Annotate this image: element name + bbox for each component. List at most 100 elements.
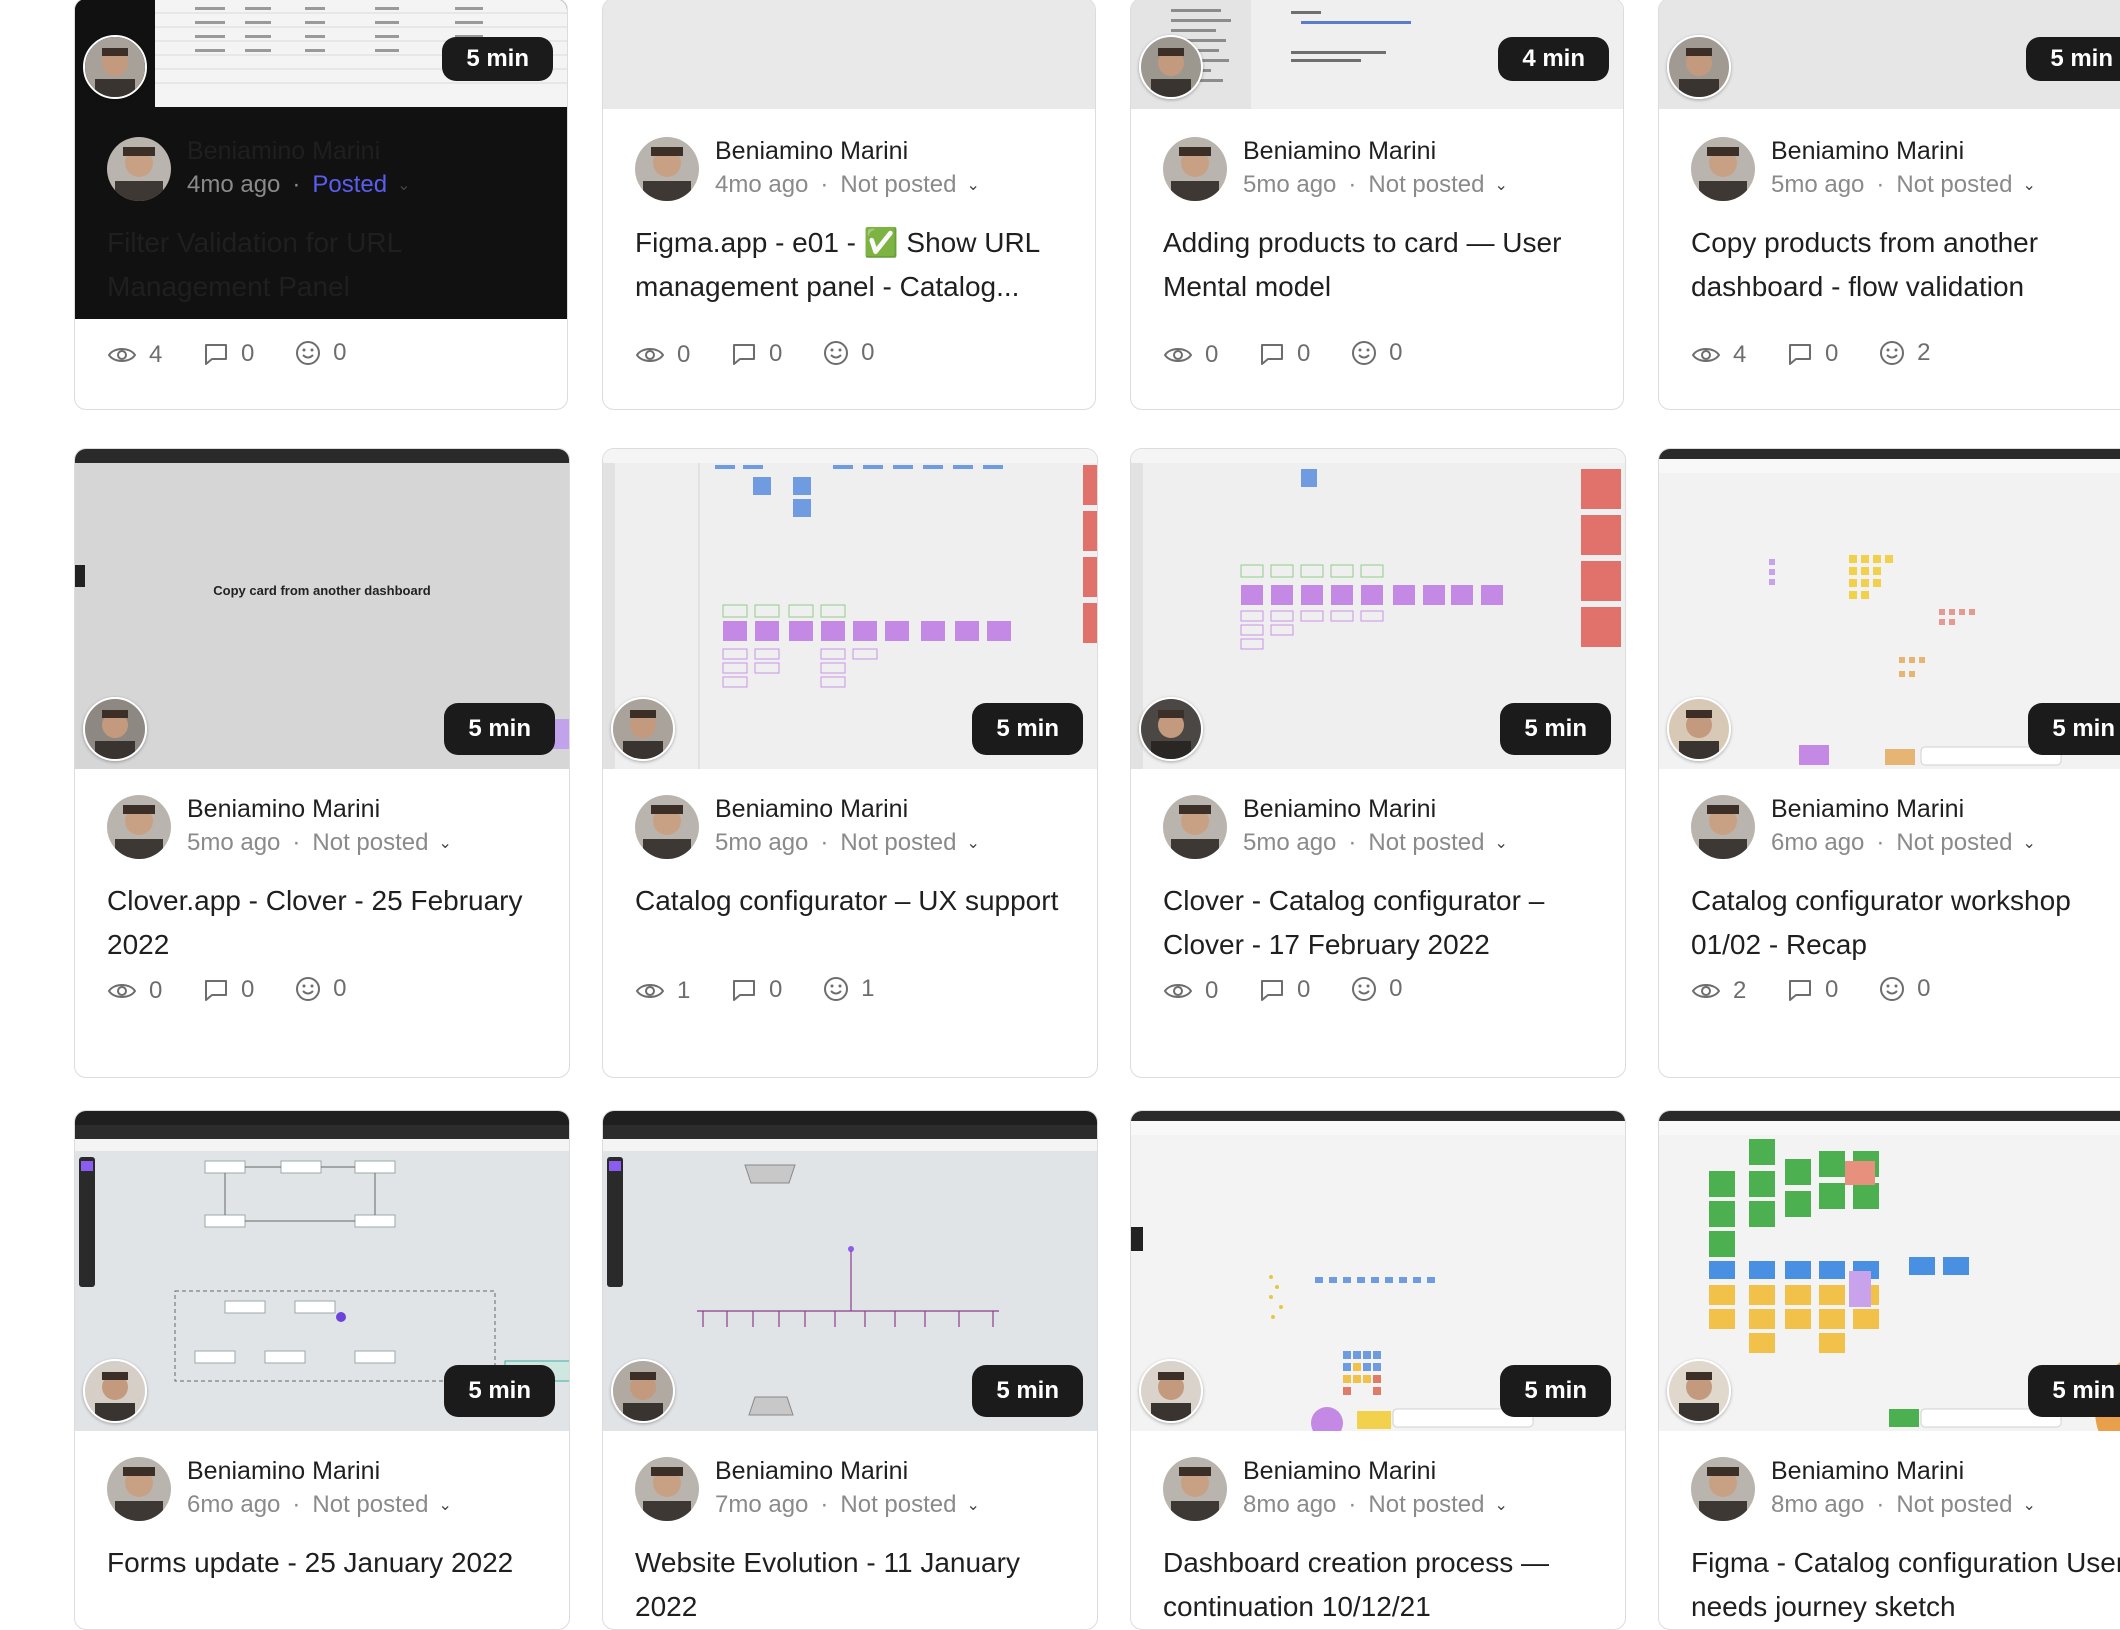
upload-age: 6mo ago	[187, 1491, 281, 1518]
video-title[interactable]: Copy products from another dashboard - f…	[1691, 221, 2120, 309]
post-status-label: Not posted	[312, 829, 429, 856]
post-status-label: Not posted	[312, 1491, 429, 1518]
video-meta: Beniamino Marini 5mo ago · Not posted ⌄	[1691, 137, 2120, 203]
avatar	[107, 795, 171, 859]
video-card[interactable]: Beniamino Marini 4mo ago · Not posted ⌄ Fig…	[602, 0, 1096, 410]
video-title[interactable]: Figma - Catalog configuration User needs…	[1691, 1541, 2120, 1629]
eye-icon	[1691, 984, 1721, 998]
post-status-dropdown[interactable]: Not posted ⌄	[1368, 1491, 1507, 1518]
post-status-dropdown[interactable]: Not posted ⌄	[1896, 171, 2035, 198]
video-title[interactable]: Figma.app - e01 - ✅ Show URL management …	[635, 221, 1071, 309]
separator-dot: ·	[292, 171, 301, 198]
video-title[interactable]: Catalog configurator – UX support	[635, 879, 1073, 923]
video-thumbnail[interactable]: 5 min	[1131, 449, 1625, 769]
video-stats: 0 0 0	[635, 339, 908, 373]
video-card[interactable]: 5 min Beniamino Marini 5mo ago · Not poste…	[602, 448, 1098, 1078]
author-name: Beniamino Marini	[715, 1457, 909, 1485]
post-status-dropdown[interactable]: Not posted ⌄	[840, 829, 979, 856]
view-count: 1	[677, 977, 691, 1004]
duration-badge: 5 min	[444, 703, 555, 755]
smiley-icon	[824, 977, 849, 1001]
comment-count: 0	[1297, 976, 1311, 1003]
video-title[interactable]: Clover.app - Clover - 25 February 2022	[107, 879, 545, 967]
avatar	[1163, 137, 1227, 201]
view-count: 0	[1205, 977, 1219, 1004]
author-name: Beniamino Marini	[1771, 137, 1965, 165]
video-thumbnail[interactable]: 5 min	[603, 1111, 1097, 1431]
presenter-webcam	[611, 697, 675, 761]
video-title[interactable]: Forms update - 25 January 2022	[107, 1541, 545, 1585]
video-thumbnail[interactable]: 5 min	[75, 1111, 569, 1431]
post-status-label: Not posted	[1896, 829, 2013, 856]
video-card[interactable]: 5 min Beniamino Marini 8mo ago · Not poste…	[1658, 1110, 2120, 1630]
reaction-count: 0	[1389, 975, 1403, 1002]
video-card[interactable]: 5 min Beniamino Marini 7mo ago · Not poste…	[602, 1110, 1098, 1630]
upload-age: 8mo ago	[1243, 1491, 1337, 1518]
video-title[interactable]: Dashboard creation process — continuatio…	[1163, 1541, 1601, 1629]
post-status-dropdown[interactable]: Posted ⌄	[312, 171, 410, 198]
video-card[interactable]: Copy card from another dashboard 5 min B…	[74, 448, 570, 1078]
post-status-dropdown[interactable]: Not posted ⌄	[312, 1491, 451, 1518]
post-status-dropdown[interactable]: Not posted ⌄	[1368, 171, 1507, 198]
presenter-webcam	[83, 697, 147, 761]
video-card[interactable]: 4 min Beniamino Marini 5mo ago · Not poste…	[1130, 0, 1624, 410]
reaction-count: 0	[333, 339, 347, 366]
author-name: Beniamino Marini	[715, 795, 909, 823]
view-count: 2	[1733, 977, 1747, 1004]
post-status-dropdown[interactable]: Not posted ⌄	[1896, 829, 2035, 856]
video-thumbnail[interactable]: 5 min	[1131, 1111, 1625, 1431]
smiley-icon	[1352, 977, 1377, 1001]
post-status-dropdown[interactable]: Not posted ⌄	[1368, 829, 1507, 856]
avatar	[107, 137, 171, 201]
video-card[interactable]: 5 min Beniamino Marini 6mo ago · Not poste…	[74, 1110, 570, 1630]
chevron-down-icon: ⌄	[966, 1497, 980, 1514]
upload-age: 4mo ago	[187, 171, 281, 198]
smiley-icon	[1352, 341, 1377, 365]
video-thumbnail[interactable]: Copy card from another dashboard 5 min	[75, 449, 569, 769]
post-status-label: Not posted	[840, 171, 957, 198]
video-thumbnail[interactable]: 5 min	[1659, 1111, 2120, 1431]
post-status-dropdown[interactable]: Not posted ⌄	[312, 829, 451, 856]
video-title[interactable]: Adding products to card — User Mental mo…	[1163, 221, 1599, 309]
post-status-label: Not posted	[1368, 1491, 1485, 1518]
video-thumbnail[interactable]: 5 min	[1659, 0, 2120, 109]
author-name: Beniamino Marini	[1243, 137, 1437, 165]
video-thumbnail[interactable]	[603, 0, 1095, 109]
separator-dot: ·	[1348, 171, 1357, 198]
post-status-dropdown[interactable]: Not posted ⌄	[1896, 1491, 2035, 1518]
view-count: 4	[149, 341, 163, 368]
video-title[interactable]: Clover - Catalog configurator – Clover -…	[1163, 879, 1601, 967]
separator-dot: ·	[820, 171, 829, 198]
video-title[interactable]: Filter Validation for URL Management Pan…	[107, 221, 543, 309]
upload-age: 7mo ago	[715, 1491, 809, 1518]
separator-dot: ·	[1348, 1491, 1357, 1518]
reaction-count: 0	[1389, 339, 1403, 366]
video-thumbnail[interactable]: 5 min	[1659, 449, 2120, 769]
reaction-count: 0	[333, 975, 347, 1002]
video-thumbnail[interactable]: 4 min	[1131, 0, 1623, 109]
video-card[interactable]: 5 min Beniamino Marini 4mo ago · Posted ⌄ F…	[74, 0, 568, 410]
video-card[interactable]: 5 min Beniamino Marini 5mo ago · Not poste…	[1658, 0, 2120, 410]
video-title[interactable]: Website Evolution - 11 January 2022	[635, 1541, 1073, 1629]
upload-age: 5mo ago	[715, 829, 809, 856]
thumbnail-caption: Copy card from another dashboard	[213, 583, 431, 598]
post-status-dropdown[interactable]: Not posted ⌄	[840, 1491, 979, 1518]
eye-icon	[1163, 348, 1193, 362]
video-meta: Beniamino Marini 4mo ago · Not posted ⌄	[635, 137, 1085, 203]
separator-dot: ·	[292, 1491, 301, 1518]
video-card[interactable]: 5 min Beniamino Marini 8mo ago · Not poste…	[1130, 1110, 1626, 1630]
post-status-dropdown[interactable]: Not posted ⌄	[840, 171, 979, 198]
video-thumbnail[interactable]: 5 min	[603, 449, 1097, 769]
upload-age: 8mo ago	[1771, 1491, 1865, 1518]
upload-age: 5mo ago	[187, 829, 281, 856]
video-card[interactable]: 5 min Beniamino Marini 6mo ago · Not poste…	[1658, 448, 2120, 1078]
upload-age: 5mo ago	[1243, 171, 1337, 198]
video-card[interactable]: 5 min Beniamino Marini 5mo ago · Not poste…	[1130, 448, 1626, 1078]
duration-badge: 5 min	[972, 703, 1083, 755]
video-meta: Beniamino Marini 5mo ago · Not posted ⌄	[107, 795, 559, 861]
presenter-webcam	[1667, 697, 1731, 761]
video-title[interactable]: Catalog configurator workshop 01/02 - Re…	[1691, 879, 2120, 967]
author-name: Beniamino Marini	[1243, 1457, 1437, 1485]
post-status-label: Not posted	[1896, 171, 2013, 198]
chevron-down-icon: ⌄	[438, 835, 452, 852]
